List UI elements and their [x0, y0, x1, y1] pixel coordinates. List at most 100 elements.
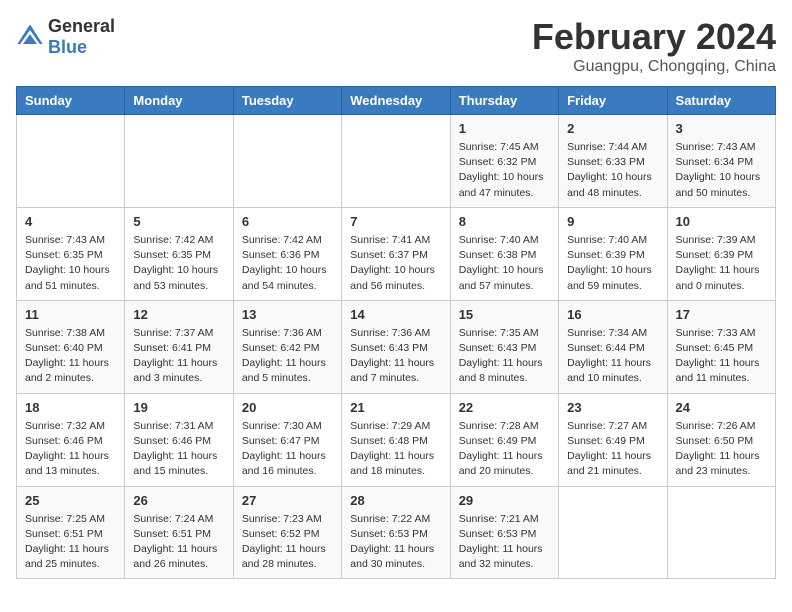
calendar-cell: 28 Sunrise: 7:22 AM Sunset: 6:53 PM Dayli… — [342, 486, 450, 579]
day-info: Sunrise: 7:33 AM Sunset: 6:45 PM Dayligh… — [676, 326, 767, 387]
calendar-cell: 21 Sunrise: 7:29 AM Sunset: 6:48 PM Dayli… — [342, 393, 450, 486]
day-header-wednesday: Wednesday — [342, 87, 450, 115]
calendar-cell: 15Sunrise: 7:35 AM Sunset: 6:43 PM Dayli… — [450, 300, 558, 393]
day-number: 14 — [350, 307, 441, 322]
week-row-4: 25 Sunrise: 7:25 AM Sunset: 6:51 PM Dayli… — [17, 486, 776, 579]
day-number: 8 — [459, 214, 550, 229]
calendar-cell: 13 Sunrise: 7:36 AM Sunset: 6:42 PM Dayli… — [233, 300, 341, 393]
logo-blue: Blue — [48, 37, 87, 57]
day-info: Sunrise: 7:30 AM Sunset: 6:47 PM Dayligh… — [242, 419, 333, 480]
header: General Blue February 2024 Guangpu, Chon… — [16, 16, 776, 76]
day-number: 18 — [25, 400, 116, 415]
calendar-cell: 14Sunrise: 7:36 AM Sunset: 6:43 PM Dayli… — [342, 300, 450, 393]
day-number: 7 — [350, 214, 441, 229]
day-info: Sunrise: 7:29 AM Sunset: 6:48 PM Dayligh… — [350, 419, 441, 480]
day-header-saturday: Saturday — [667, 87, 775, 115]
calendar-cell — [342, 115, 450, 208]
calendar-cell: 29 Sunrise: 7:21 AM Sunset: 6:53 PM Dayli… — [450, 486, 558, 579]
calendar-cell — [125, 115, 233, 208]
day-header-friday: Friday — [559, 87, 667, 115]
calendar-cell — [667, 486, 775, 579]
day-number: 16 — [567, 307, 658, 322]
day-info: Sunrise: 7:34 AM Sunset: 6:44 PM Dayligh… — [567, 326, 658, 387]
day-number: 13 — [242, 307, 333, 322]
logo-icon — [16, 23, 44, 51]
day-number: 29 — [459, 493, 550, 508]
day-info: Sunrise: 7:24 AM Sunset: 6:51 PM Dayligh… — [133, 512, 224, 573]
day-header-monday: Monday — [125, 87, 233, 115]
day-number: 27 — [242, 493, 333, 508]
day-number: 19 — [133, 400, 224, 415]
logo-text: General Blue — [48, 16, 115, 58]
calendar-cell: 19 Sunrise: 7:31 AM Sunset: 6:46 PM Dayli… — [125, 393, 233, 486]
calendar-cell: 25 Sunrise: 7:25 AM Sunset: 6:51 PM Dayli… — [17, 486, 125, 579]
day-info: Sunrise: 7:35 AM Sunset: 6:43 PM Dayligh… — [459, 326, 550, 387]
day-number: 24 — [676, 400, 767, 415]
day-header-sunday: Sunday — [17, 87, 125, 115]
day-info: Sunrise: 7:42 AM Sunset: 6:36 PM Dayligh… — [242, 233, 333, 294]
day-number: 21 — [350, 400, 441, 415]
day-info: Sunrise: 7:32 AM Sunset: 6:46 PM Dayligh… — [25, 419, 116, 480]
calendar-cell — [17, 115, 125, 208]
calendar-cell: 6 Sunrise: 7:42 AM Sunset: 6:36 PM Daylig… — [233, 207, 341, 300]
calendar-cell: 27 Sunrise: 7:23 AM Sunset: 6:52 PM Dayli… — [233, 486, 341, 579]
day-number: 6 — [242, 214, 333, 229]
day-info: Sunrise: 7:40 AM Sunset: 6:38 PM Dayligh… — [459, 233, 550, 294]
calendar-cell: 24 Sunrise: 7:26 AM Sunset: 6:50 PM Dayli… — [667, 393, 775, 486]
week-row-1: 4 Sunrise: 7:43 AM Sunset: 6:35 PM Daylig… — [17, 207, 776, 300]
calendar-cell — [559, 486, 667, 579]
day-info: Sunrise: 7:43 AM Sunset: 6:35 PM Dayligh… — [25, 233, 116, 294]
calendar-cell: 1 Sunrise: 7:45 AM Sunset: 6:32 PM Daylig… — [450, 115, 558, 208]
day-number: 2 — [567, 121, 658, 136]
day-number: 11 — [25, 307, 116, 322]
calendar-cell: 10Sunrise: 7:39 AM Sunset: 6:39 PM Dayli… — [667, 207, 775, 300]
day-number: 10 — [676, 214, 767, 229]
calendar-body: 1 Sunrise: 7:45 AM Sunset: 6:32 PM Daylig… — [17, 115, 776, 579]
day-number: 9 — [567, 214, 658, 229]
day-number: 5 — [133, 214, 224, 229]
day-number: 22 — [459, 400, 550, 415]
calendar-cell: 17 Sunrise: 7:33 AM Sunset: 6:45 PM Dayli… — [667, 300, 775, 393]
day-number: 17 — [676, 307, 767, 322]
day-number: 3 — [676, 121, 767, 136]
calendar-cell: 11Sunrise: 7:38 AM Sunset: 6:40 PM Dayli… — [17, 300, 125, 393]
day-number: 28 — [350, 493, 441, 508]
calendar-cell: 20Sunrise: 7:30 AM Sunset: 6:47 PM Dayli… — [233, 393, 341, 486]
calendar-cell: 3 Sunrise: 7:43 AM Sunset: 6:34 PM Daylig… — [667, 115, 775, 208]
calendar-cell: 8 Sunrise: 7:40 AM Sunset: 6:38 PM Daylig… — [450, 207, 558, 300]
calendar-cell: 9 Sunrise: 7:40 AM Sunset: 6:39 PM Daylig… — [559, 207, 667, 300]
day-number: 23 — [567, 400, 658, 415]
calendar-cell: 23 Sunrise: 7:27 AM Sunset: 6:49 PM Dayli… — [559, 393, 667, 486]
day-info: Sunrise: 7:25 AM Sunset: 6:51 PM Dayligh… — [25, 512, 116, 573]
day-info: Sunrise: 7:23 AM Sunset: 6:52 PM Dayligh… — [242, 512, 333, 573]
calendar-cell: 26Sunrise: 7:24 AM Sunset: 6:51 PM Dayli… — [125, 486, 233, 579]
day-info: Sunrise: 7:31 AM Sunset: 6:46 PM Dayligh… — [133, 419, 224, 480]
week-row-0: 1 Sunrise: 7:45 AM Sunset: 6:32 PM Daylig… — [17, 115, 776, 208]
day-info: Sunrise: 7:36 AM Sunset: 6:42 PM Dayligh… — [242, 326, 333, 387]
calendar-cell: 4 Sunrise: 7:43 AM Sunset: 6:35 PM Daylig… — [17, 207, 125, 300]
day-info: Sunrise: 7:45 AM Sunset: 6:32 PM Dayligh… — [459, 140, 550, 201]
day-info: Sunrise: 7:40 AM Sunset: 6:39 PM Dayligh… — [567, 233, 658, 294]
day-info: Sunrise: 7:41 AM Sunset: 6:37 PM Dayligh… — [350, 233, 441, 294]
day-number: 4 — [25, 214, 116, 229]
day-info: Sunrise: 7:27 AM Sunset: 6:49 PM Dayligh… — [567, 419, 658, 480]
logo-general: General — [48, 16, 115, 36]
calendar-header-row: SundayMondayTuesdayWednesdayThursdayFrid… — [17, 87, 776, 115]
day-info: Sunrise: 7:37 AM Sunset: 6:41 PM Dayligh… — [133, 326, 224, 387]
day-info: Sunrise: 7:22 AM Sunset: 6:53 PM Dayligh… — [350, 512, 441, 573]
calendar-cell: 2Sunrise: 7:44 AM Sunset: 6:33 PM Daylig… — [559, 115, 667, 208]
day-header-thursday: Thursday — [450, 87, 558, 115]
day-number: 25 — [25, 493, 116, 508]
day-number: 12 — [133, 307, 224, 322]
calendar-cell: 7 Sunrise: 7:41 AM Sunset: 6:37 PM Daylig… — [342, 207, 450, 300]
day-info: Sunrise: 7:42 AM Sunset: 6:35 PM Dayligh… — [133, 233, 224, 294]
logo: General Blue — [16, 16, 115, 58]
day-info: Sunrise: 7:43 AM Sunset: 6:34 PM Dayligh… — [676, 140, 767, 201]
week-row-2: 11Sunrise: 7:38 AM Sunset: 6:40 PM Dayli… — [17, 300, 776, 393]
day-info: Sunrise: 7:26 AM Sunset: 6:50 PM Dayligh… — [676, 419, 767, 480]
calendar-cell: 12 Sunrise: 7:37 AM Sunset: 6:41 PM Dayli… — [125, 300, 233, 393]
month-title: February 2024 — [532, 16, 776, 58]
day-number: 1 — [459, 121, 550, 136]
day-info: Sunrise: 7:21 AM Sunset: 6:53 PM Dayligh… — [459, 512, 550, 573]
week-row-3: 18 Sunrise: 7:32 AM Sunset: 6:46 PM Dayli… — [17, 393, 776, 486]
